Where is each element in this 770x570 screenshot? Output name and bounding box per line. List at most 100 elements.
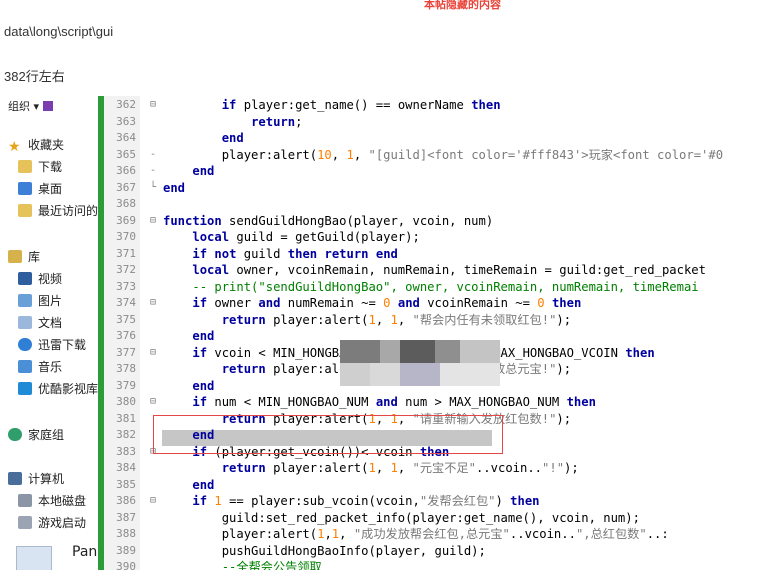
nav-item-14[interactable]: 游戏启动 (18, 514, 86, 531)
line-hint-text: 382行左右 (4, 69, 65, 84)
mosaic-censor (340, 340, 500, 386)
nav-item-label: 库 (28, 250, 41, 264)
pan-thumbnail (16, 546, 52, 570)
line-number: 365 (116, 147, 136, 161)
nav-item-12[interactable]: 计算机 (8, 470, 64, 487)
code-line: local guild = getGuild(player); (192, 230, 420, 244)
code-line: end (192, 477, 215, 492)
line-number: 388 (116, 527, 136, 540)
nav-item-label: 文档 (38, 316, 63, 330)
line-number: 370 (116, 230, 136, 243)
code-line: local owner, vcoinRemain, numRemain, tim… (192, 263, 706, 277)
code-line: if 1 == player:sub_vcoin(vcoin,"发帮会红包") … (192, 494, 540, 508)
organize-label: 组织 ▾ (8, 100, 40, 113)
screenshot-panel: 组织 ▾ ★ 收藏夹下载桌面最近访问的库视频图片文档迅雷下载音乐优酷影视库家庭组计… (0, 96, 770, 570)
nav-item-6[interactable]: 图片 (18, 292, 62, 309)
picture-icon (18, 294, 32, 307)
thunder-download-icon (18, 338, 32, 351)
line-number: 384 (116, 461, 136, 474)
nav-item-label: 视频 (38, 272, 63, 286)
star-icon: ★ (8, 138, 21, 154)
code-line: return; (251, 114, 303, 129)
line-number: 364 (116, 131, 136, 144)
nav-item-label: 桌面 (38, 182, 63, 196)
desktop-icon (18, 182, 32, 195)
nav-item-label: 计算机 (28, 472, 65, 486)
line-number: 372 (116, 263, 136, 276)
recent-places-icon (18, 204, 32, 217)
organize-menu[interactable]: 组织 ▾ (8, 98, 54, 114)
nav-item-label: 最近访问的 (38, 204, 99, 218)
hidden-content-note: 本帖隐藏的内容 (424, 0, 501, 11)
nav-item-7[interactable]: 文档 (18, 314, 62, 331)
line-number: 368 (116, 197, 136, 210)
nav-item-8[interactable]: 迅雷下载 (18, 336, 86, 353)
code-line: player:alert(1,1, "成功发放帮会红包,总元宝"..vcoin.… (163, 527, 669, 541)
fold-marker-icon: - (150, 165, 157, 176)
fold-marker-icon[interactable]: ⊟ (150, 97, 156, 114)
nav-item-5[interactable]: 视频 (18, 270, 62, 287)
music-icon (18, 360, 32, 373)
code-line: guild:set_red_packet_info(player:get_nam… (163, 510, 640, 525)
code-line: return player:alert(1, 1, "元宝不足"..vcoin.… (221, 461, 579, 475)
line-number: 379 (116, 378, 136, 392)
code-line: end (163, 180, 186, 195)
line-number: 366 (116, 164, 136, 177)
youku-icon (18, 382, 32, 395)
fold-marker-icon[interactable]: ⊟ (150, 295, 156, 312)
fold-marker-icon[interactable]: ⊟ (150, 493, 156, 510)
code-line: function sendGuildHongBao(player, vcoin,… (163, 213, 494, 228)
purple-icon (43, 101, 54, 111)
fold-marker-icon[interactable]: ⊟ (150, 345, 156, 362)
code-line: --全帮会公告领取 (221, 560, 322, 570)
nav-item-3[interactable]: 最近访问的 (18, 202, 98, 219)
video-icon (18, 272, 32, 285)
fold-marker-icon[interactable]: ⊟ (150, 213, 156, 230)
nav-item-1[interactable]: 下载 (18, 158, 62, 175)
line-number: 386 (116, 494, 136, 507)
line-number: 367 (116, 180, 136, 194)
line-number: 376 (116, 329, 136, 342)
nav-item-label: 游戏启动 (38, 516, 87, 530)
code-line: if not guild then return end (192, 246, 398, 261)
line-number: 383 (116, 444, 136, 458)
line-number: 385 (116, 477, 136, 491)
nav-item-label: 本地磁盘 (38, 494, 87, 508)
nav-item-label: 迅雷下载 (38, 338, 87, 352)
nav-item-0[interactable]: ★ 收藏夹 (8, 136, 64, 155)
line-number: 371 (116, 246, 136, 260)
code-line: if owner and numRemain ~= 0 and vcoinRem… (192, 296, 582, 310)
code-line: return player:alert(1, 1, "帮会内任有未领取红包!")… (221, 312, 572, 327)
line-number: 381 (116, 411, 136, 425)
nav-item-11[interactable]: 家庭组 (8, 426, 64, 443)
line-number: 387 (116, 510, 136, 524)
pan-label: Pan (72, 544, 98, 560)
code-line: if num < MIN_HONGBAO_NUM and num > MAX_H… (192, 395, 596, 409)
line-number: 378 (116, 362, 136, 375)
line-number: 374 (116, 296, 136, 309)
nav-item-label: 收藏夹 (28, 138, 65, 152)
library-icon (8, 250, 22, 263)
code-line: -- print("sendGuildHongBao", owner, vcoi… (192, 279, 699, 294)
code-line: pushGuildHongBaoInfo(player, guild); (163, 543, 486, 558)
code-line: player:alert(10, 1, "[guild]<font color=… (163, 147, 724, 162)
fold-marker-icon: └ (150, 181, 157, 193)
code-line: if player:get_name() == ownerName then (221, 98, 501, 112)
fold-marker-icon: - (150, 148, 157, 160)
computer-icon (8, 472, 22, 485)
nav-item-2[interactable]: 桌面 (18, 180, 62, 197)
download-folder-icon (18, 160, 32, 173)
nav-item-label: 音乐 (38, 360, 63, 374)
line-number: 362 (116, 98, 136, 111)
nav-item-label: 下载 (38, 160, 63, 174)
nav-item-9[interactable]: 音乐 (18, 358, 62, 375)
nav-item-10[interactable]: 优酷影视库 (18, 380, 98, 397)
line-number: 390 (116, 560, 136, 570)
code-line: end (192, 164, 215, 178)
line-number: 363 (116, 114, 136, 128)
line-number: 373 (116, 279, 136, 293)
fold-marker-icon[interactable]: ⊟ (150, 394, 156, 411)
nav-item-13[interactable]: 本地磁盘 (18, 492, 86, 509)
line-number: 382 (116, 428, 136, 441)
nav-item-4[interactable]: 库 (8, 248, 40, 265)
